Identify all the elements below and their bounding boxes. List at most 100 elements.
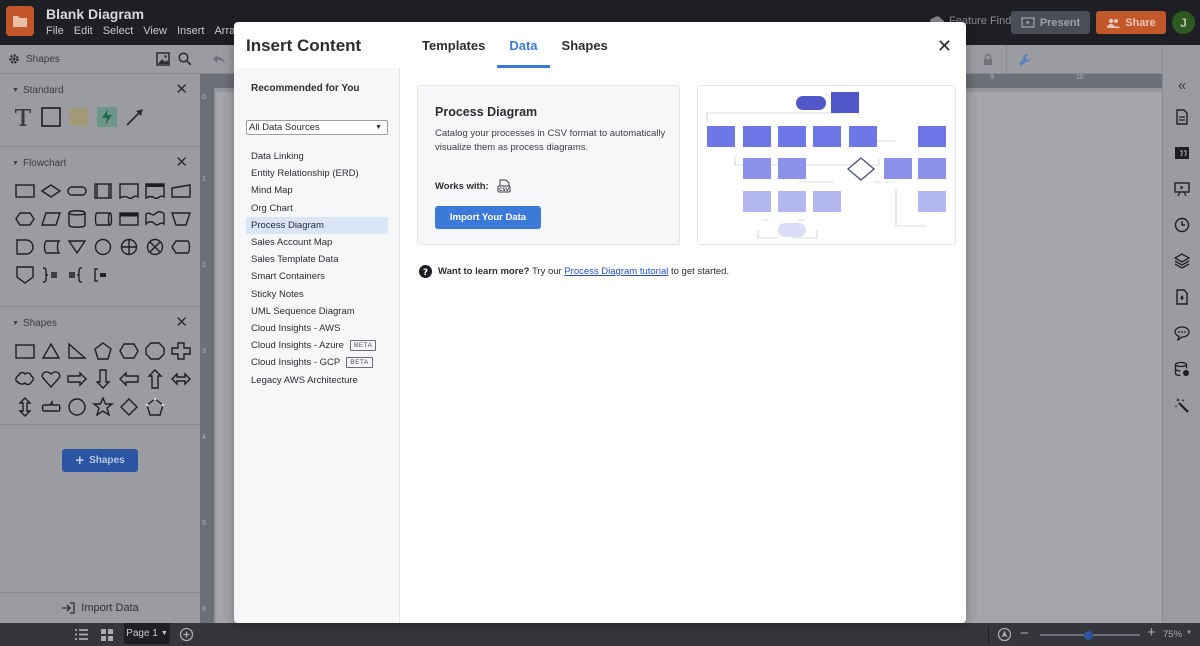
data-linking-button[interactable]	[1163, 351, 1200, 387]
wrench-icon[interactable]	[1018, 53, 1032, 67]
pentagon-shape[interactable]	[90, 339, 116, 363]
arrow-line-icon[interactable]	[124, 106, 146, 128]
import-your-data-button[interactable]: Import Your Data	[435, 206, 541, 229]
summing-junction-shape[interactable]	[142, 235, 168, 259]
merge-shape[interactable]	[64, 235, 90, 259]
rectangle-shape-icon[interactable]	[40, 106, 62, 128]
menu-select[interactable]: Select	[103, 25, 134, 37]
hexagon-shape[interactable]	[116, 339, 142, 363]
list-item-cloud-gcp[interactable]: Cloud Insights - GCP BETA	[246, 354, 388, 371]
list-item-sales-template-data[interactable]: Sales Template Data	[246, 251, 388, 268]
menu-file[interactable]: File	[46, 25, 64, 37]
right-arrow-shape[interactable]	[64, 367, 90, 391]
list-item-erd[interactable]: Entity Relationship (ERD)	[246, 165, 388, 182]
list-view-icon[interactable]	[74, 628, 89, 641]
down-arrow-shape[interactable]	[90, 367, 116, 391]
document-shape[interactable]	[116, 179, 142, 203]
list-item-legacy-aws[interactable]: Legacy AWS Architecture	[246, 371, 388, 388]
image-icon[interactable]	[156, 52, 170, 66]
octagon-shape[interactable]	[142, 339, 168, 363]
punched-tape-shape[interactable]	[142, 207, 168, 231]
text-shape-icon[interactable]	[12, 106, 34, 128]
zoom-caret-icon[interactable]: ▼	[1186, 630, 1192, 636]
polygon-shape[interactable]	[142, 395, 168, 419]
sticky-note-icon[interactable]	[68, 106, 90, 128]
annotation-left-shape[interactable]	[64, 263, 90, 287]
list-item-data-linking[interactable]: Data Linking	[246, 148, 388, 165]
document-title[interactable]: Blank Diagram	[46, 6, 144, 22]
menu-edit[interactable]: Edit	[74, 25, 93, 37]
quote-button[interactable]	[1163, 135, 1200, 171]
section-flowchart-header[interactable]: ▼ Flowchart ✕	[12, 155, 188, 171]
close-section-icon[interactable]: ✕	[175, 82, 188, 97]
triangle-shape[interactable]	[38, 339, 64, 363]
layers-button[interactable]	[1163, 243, 1200, 279]
left-arrow-shape[interactable]	[116, 367, 142, 391]
display-shape[interactable]	[168, 235, 194, 259]
multi-document-shape[interactable]	[142, 179, 168, 203]
up-arrow-shape[interactable]	[142, 367, 168, 391]
grid-view-icon[interactable]	[100, 628, 114, 642]
left-right-arrow-shape[interactable]	[168, 367, 194, 391]
direct-access-storage-shape[interactable]	[90, 207, 116, 231]
predefined-process-shape[interactable]	[90, 179, 116, 203]
comments-button[interactable]	[1163, 315, 1200, 351]
list-item-process-diagram[interactable]: Process Diagram	[246, 216, 388, 234]
collapse-rail-button[interactable]: «	[1163, 71, 1200, 99]
database-shape[interactable]	[64, 207, 90, 231]
callout-shape[interactable]	[38, 395, 64, 419]
manual-input-shape[interactable]	[168, 179, 194, 203]
right-triangle-shape[interactable]	[64, 339, 90, 363]
terminator-shape[interactable]	[64, 179, 90, 203]
bracket-note-shape[interactable]	[90, 263, 116, 287]
process-shape[interactable]	[12, 179, 38, 203]
action-shape-icon[interactable]	[96, 106, 118, 128]
up-down-arrow-shape[interactable]	[12, 395, 38, 419]
magic-wand-button[interactable]	[1163, 387, 1200, 423]
tab-templates[interactable]: Templates	[410, 38, 497, 68]
stored-data-shape[interactable]	[38, 235, 64, 259]
zoom-out-button[interactable]: −	[1020, 625, 1029, 642]
cross-shape[interactable]	[168, 339, 194, 363]
gear-icon[interactable]	[8, 53, 20, 65]
list-item-sales-account-map[interactable]: Sales Account Map	[246, 234, 388, 251]
tab-shapes[interactable]: Shapes	[550, 38, 620, 68]
diamond-shape[interactable]	[116, 395, 142, 419]
decision-shape[interactable]	[38, 179, 64, 203]
theme-button[interactable]	[1163, 279, 1200, 315]
section-shapes-header[interactable]: ▼ Shapes ✕	[12, 315, 188, 331]
page-tab[interactable]: Page 1 ▼	[124, 623, 170, 644]
presentation-button[interactable]	[1163, 171, 1200, 207]
documents-folder-button[interactable]	[6, 6, 34, 36]
connector-shape[interactable]	[90, 235, 116, 259]
add-page-icon[interactable]	[179, 627, 194, 642]
undo-icon[interactable]	[212, 53, 226, 65]
close-icon[interactable]: ✕	[937, 36, 952, 57]
section-standard-header[interactable]: ▼ Standard ✕	[12, 82, 188, 98]
close-section-icon[interactable]: ✕	[175, 155, 188, 170]
search-icon[interactable]	[178, 52, 192, 66]
page-settings-button[interactable]	[1163, 99, 1200, 135]
menu-view[interactable]: View	[143, 25, 167, 37]
tab-data[interactable]: Data	[497, 38, 550, 68]
circle-shape[interactable]	[64, 395, 90, 419]
process-diagram-tutorial-link[interactable]: Process Diagram tutorial	[564, 266, 668, 277]
manual-operation-shape[interactable]	[168, 207, 194, 231]
delay-shape[interactable]	[12, 235, 38, 259]
or-shape[interactable]	[116, 235, 142, 259]
zoom-in-button[interactable]: +	[1147, 624, 1156, 641]
list-item-uml-sequence[interactable]: UML Sequence Diagram	[246, 303, 388, 320]
zoom-slider[interactable]	[1040, 630, 1140, 640]
user-avatar[interactable]: J	[1172, 11, 1195, 34]
annotation-right-shape[interactable]	[38, 263, 64, 287]
menu-insert[interactable]: Insert	[177, 25, 205, 37]
lock-icon[interactable]	[982, 53, 994, 66]
list-item-org-chart[interactable]: Org Chart	[246, 200, 388, 217]
navigate-icon[interactable]	[997, 627, 1012, 642]
add-shapes-button[interactable]: + Shapes	[62, 449, 138, 472]
rectangle-shape[interactable]	[12, 339, 38, 363]
close-section-icon[interactable]: ✕	[175, 315, 188, 330]
off-page-connector-shape[interactable]	[12, 263, 38, 287]
list-item-cloud-azure[interactable]: Cloud Insights - Azure BETA	[246, 337, 388, 354]
star-shape[interactable]	[90, 395, 116, 419]
